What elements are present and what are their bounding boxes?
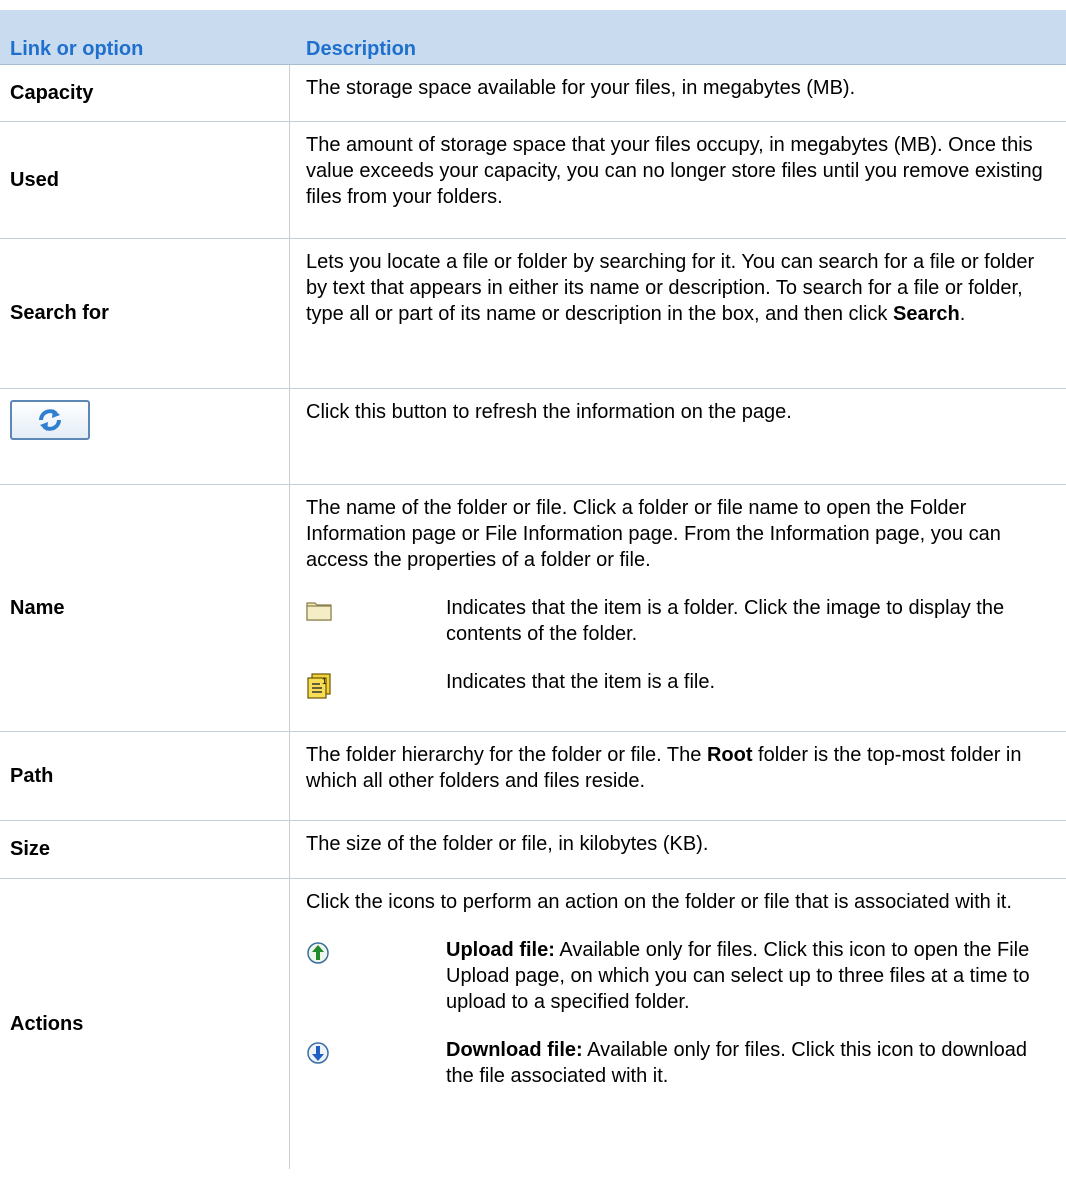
search-keyword: Search [892, 303, 960, 325]
upload-legend-text: Upload file: Available only for files. C… [446, 939, 1030, 1013]
row-label: Used [0, 122, 290, 238]
row-actions: Actions Click the icons to perform an ac… [0, 879, 1066, 1169]
row-capacity: Capacity The storage space available for… [0, 65, 1066, 122]
download-legend: Download file: Available only for files.… [306, 1037, 1048, 1089]
row-search-for: Search for Lets you locate a file or fol… [0, 239, 1066, 389]
row-description: Click the icons to perform an action on … [290, 879, 1066, 1169]
row-description: The amount of storage space that your fi… [306, 134, 1043, 208]
file-icon: 1 [307, 673, 331, 699]
row-name: Name The name of the folder or file. Cli… [0, 485, 1066, 732]
row-label: Actions [0, 879, 290, 1169]
refresh-button[interactable] [10, 400, 90, 440]
row-label: Name [0, 485, 290, 731]
row-label: Size [0, 821, 290, 878]
row-description: The folder hierarchy for the folder or f… [306, 744, 1022, 792]
root-keyword: Root [706, 744, 753, 766]
table-header: Link or option Description [0, 10, 1066, 65]
row-description: Lets you locate a file or folder by sear… [306, 251, 1035, 325]
options-table: Link or option Description Capacity The … [0, 10, 1066, 1169]
folder-legend-text: Indicates that the item is a folder. Cli… [446, 597, 1005, 645]
row-label: Capacity [0, 65, 290, 121]
row-description: Click this button to refresh the informa… [306, 401, 792, 423]
row-description: The size of the folder or file, in kilob… [306, 833, 709, 855]
folder-icon [306, 602, 332, 621]
row-size: Size The size of the folder or file, in … [0, 821, 1066, 879]
row-label: Path [0, 732, 290, 820]
header-description: Description [306, 38, 417, 60]
refresh-icon [39, 409, 61, 431]
row-used: Used The amount of storage space that yo… [0, 122, 1066, 239]
upload-legend: Upload file: Available only for files. C… [306, 937, 1048, 1015]
row-label: Search for [0, 239, 290, 388]
row-path: Path The folder hierarchy for the folder… [0, 732, 1066, 821]
file-legend: 1 Indicates that the item is a file. [306, 669, 1048, 706]
row-description: The name of the folder or file. Click a … [290, 485, 1066, 731]
folder-legend: Indicates that the item is a folder. Cli… [306, 595, 1048, 647]
svg-text:1: 1 [322, 677, 327, 686]
row-label-refresh [0, 389, 290, 484]
header-link-or-option: Link or option [10, 38, 144, 60]
upload-icon [307, 942, 329, 964]
download-legend-text: Download file: Available only for files.… [446, 1039, 1027, 1087]
row-refresh: Click this button to refresh the informa… [0, 389, 1066, 485]
row-description: The storage space available for your fil… [306, 77, 856, 99]
download-icon [307, 1042, 329, 1064]
file-legend-text: Indicates that the item is a file. [446, 671, 716, 693]
